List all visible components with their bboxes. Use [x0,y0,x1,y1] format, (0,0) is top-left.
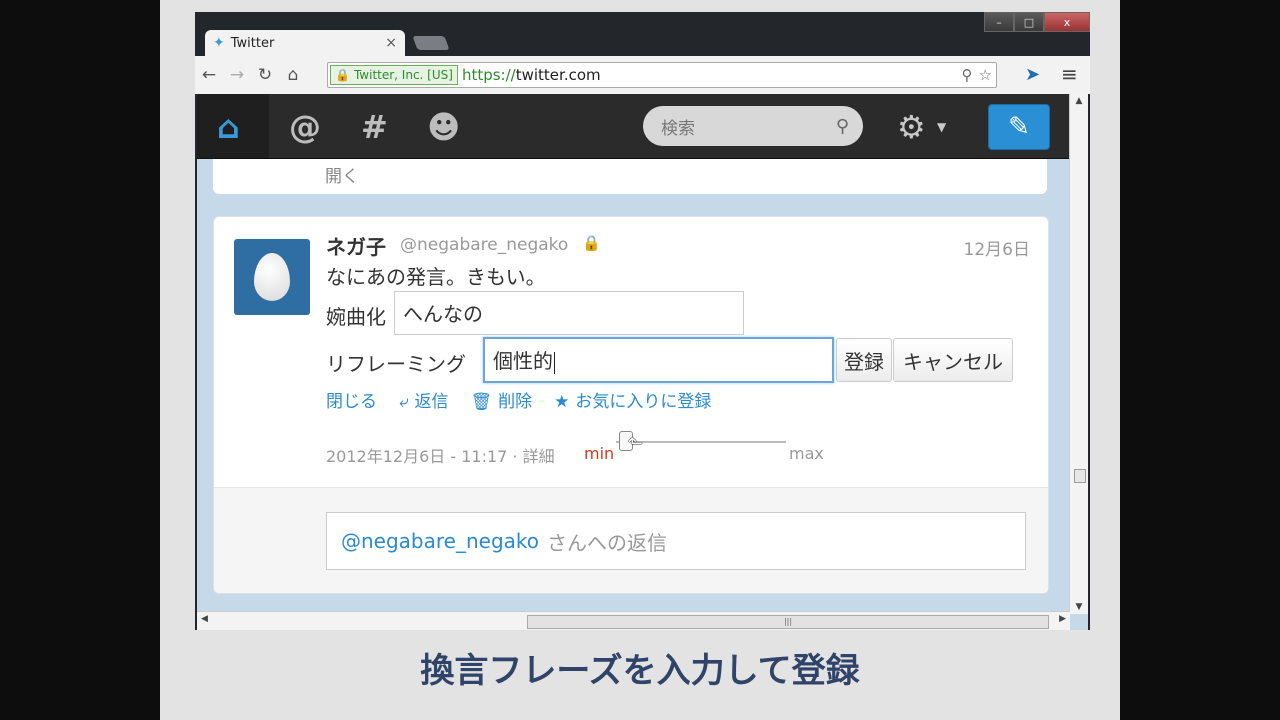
forward-icon[interactable]: → [223,65,251,85]
author-handle[interactable]: @negabare_negako [400,235,568,255]
browser-toolbar: ← → ↻ ⌂ 🔒 Twitter, Inc. [US] https:// tw… [195,56,1090,94]
text-caret [554,351,555,374]
twitter-page: 開く ネガ子 @negabare_negako 🔒 12月6日 なにあの発言。き… [197,94,1088,630]
vertical-scroll-thumb[interactable] [1074,469,1086,483]
reply-area: @negabare_negako さんへの返信 [214,488,1048,593]
scroll-down-icon[interactable]: ▼ [1070,602,1088,612]
reply-label: 返信 [414,392,449,412]
reply-input[interactable]: @negabare_negako さんへの返信 [326,512,1026,570]
address-bar[interactable]: 🔒 Twitter, Inc. [US] https:// twitter.co… [327,62,997,88]
cancel-button[interactable]: キャンセル [893,338,1013,382]
window-controls: – □ x [984,12,1090,32]
reply-mention: @negabare_negako [341,529,540,553]
tweet-timestamp[interactable]: 2012年12月6日 - 11:17 · 詳細 [326,443,555,467]
reply-placeholder: さんへの返信 [547,530,668,555]
zoom-icon[interactable]: ⚲ [962,66,973,84]
tweet-date[interactable]: 12月6日 [964,235,1030,260]
protected-lock-icon: 🔒 [582,234,601,252]
url-host: twitter.com [515,66,601,84]
search-placeholder: 検索 [661,118,695,139]
expand-link[interactable]: 開く [325,162,359,187]
mouse-cursor-icon: ⬑ [628,433,644,454]
home-icon[interactable]: ⌂ [279,65,307,85]
tweet-actions: 閉じる ⤶ 返信 🗑 削除 ★ お気に入りに登録 [326,387,711,412]
profile-icon[interactable]: ☻ [427,108,460,146]
maximize-button[interactable]: □ [1014,12,1044,32]
twitter-bird-icon: ✦ [213,35,225,51]
euphemism-input[interactable]: へんなの [394,291,744,335]
hashtag-icon[interactable]: # [361,108,388,146]
mention-icon[interactable]: @ [289,108,321,146]
scroll-left-icon[interactable]: ◀ [201,614,208,624]
horizontal-scroll-thumb[interactable]: ||| [527,615,1049,629]
euphemism-label: 婉曲化 [326,305,386,329]
lock-icon: 🔒 [335,68,350,82]
favorite-label: お気に入りに登録 [575,392,712,412]
avatar[interactable] [234,239,310,315]
extension-bird-icon[interactable]: ➤ [1025,64,1040,85]
reply-action[interactable]: ⤶ 返信 [399,387,449,412]
tab-title: Twitter [230,35,275,51]
url-scheme: https:// [461,66,516,84]
compose-icon: ✎ [1008,112,1030,142]
browser-tab[interactable]: ✦ Twitter × [205,30,405,56]
register-button[interactable]: 登録 [836,338,892,382]
home-icon[interactable]: ⌂ [217,108,240,146]
twitter-navbar: ⌂ @ # ☻ 検索 ⚲ ⚙ ▼ ✎ [197,94,1070,159]
reframing-label: リフレーミング [326,352,466,376]
star-icon: ★ [554,392,570,412]
delete-label: 削除 [498,392,533,412]
euphemism-value: へんなの [403,302,483,326]
reframing-value: 個性的 [493,349,553,373]
chevron-down-icon[interactable]: ▼ [937,120,946,134]
author-name[interactable]: ネガ子 [326,231,386,260]
slide-caption: 換言フレーズを入力して登録 [420,651,860,691]
egg-avatar-icon [254,253,290,301]
slider-max-label: max [789,444,824,463]
tweet-text: なにあの発言。きもい。 [326,265,546,289]
search-box[interactable]: 検索 ⚲ [643,106,863,146]
ev-certificate-badge[interactable]: 🔒 Twitter, Inc. [US] [330,65,458,85]
bookmark-star-icon[interactable]: ☆ [979,66,992,84]
trash-icon: 🗑 [470,392,493,412]
gear-icon[interactable]: ⚙ [897,108,926,146]
browser-window: – □ x ✦ Twitter × ← → ↻ ⌂ 🔒 Twitter, Inc… [195,12,1090,630]
close-link[interactable]: 閉じる [326,387,377,412]
favorite-action[interactable]: ★ お気に入りに登録 [554,387,711,412]
search-icon[interactable]: ⚲ [836,116,849,137]
chrome-menu-icon[interactable]: ≡ [1061,62,1078,86]
horizontal-scrollbar[interactable]: ◀ ||| ▶ [197,611,1070,630]
scroll-up-icon[interactable]: ▲ [1070,96,1088,106]
compose-button[interactable]: ✎ [988,104,1050,150]
reload-icon[interactable]: ↻ [251,65,279,85]
vertical-scrollbar[interactable]: ▲ ▼ [1069,94,1088,614]
tweet-card: ネガ子 @negabare_negako 🔒 12月6日 なにあの発言。きもい。… [213,216,1049,594]
reply-arrow-icon: ⤶ [399,392,409,412]
previous-tweet-card: 開く [213,158,1047,194]
back-icon[interactable]: ← [195,65,223,85]
minimize-button[interactable]: – [984,12,1014,32]
new-tab-button[interactable] [412,36,450,50]
ev-badge-label: Twitter, Inc. [US] [353,68,453,82]
slider-min-label: min [584,444,615,463]
reframing-input[interactable]: 個性的 [483,337,834,383]
tab-close-icon[interactable]: × [385,35,397,51]
scroll-right-icon[interactable]: ▶ [1059,614,1066,624]
delete-action[interactable]: 🗑 削除 [471,387,533,412]
close-window-button[interactable]: x [1044,12,1090,32]
